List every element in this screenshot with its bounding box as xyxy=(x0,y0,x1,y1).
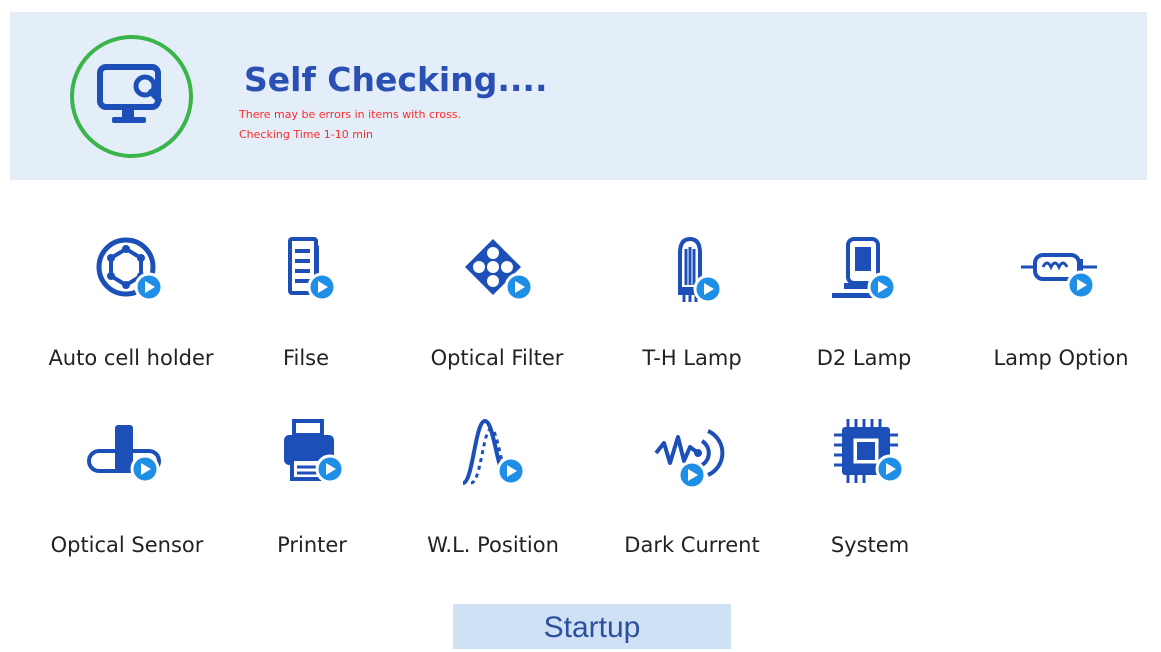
item-label: W.L. Position xyxy=(427,533,559,557)
optical-sensor-icon xyxy=(87,425,161,484)
wavelength-position-icon xyxy=(461,418,526,486)
startup-button[interactable]: Startup xyxy=(453,604,731,649)
monitor-search-icon xyxy=(97,64,162,123)
item-label: Dark Current xyxy=(624,533,760,557)
lamp-option-icon xyxy=(1021,253,1097,300)
d2-lamp-icon xyxy=(832,237,897,302)
item-label: Lamp Option xyxy=(993,346,1129,370)
dark-current-icon xyxy=(654,429,725,490)
item-label: T-H Lamp xyxy=(642,346,742,370)
optical-filter-icon xyxy=(465,239,534,302)
checking-time-text: Checking Time 1-10 min xyxy=(239,128,373,141)
item-label: D2 Lamp xyxy=(816,346,912,370)
files-icon xyxy=(288,237,337,302)
warning-text: There may be errors in items with cross. xyxy=(239,108,462,121)
system-chip-icon xyxy=(834,419,905,484)
item-label: Auto cell holder xyxy=(48,346,214,370)
header-banner: Self Checking.... There may be errors in… xyxy=(10,12,1147,180)
item-label: Printer xyxy=(277,533,347,557)
page-title: Self Checking.... xyxy=(244,60,548,99)
item-label: Filse xyxy=(282,346,330,370)
item-label: System xyxy=(830,533,910,557)
th-lamp-icon xyxy=(678,236,723,304)
item-label: Optical Sensor xyxy=(50,533,204,557)
auto-cell-holder-icon xyxy=(96,237,164,302)
item-label: Optical Filter xyxy=(430,346,564,370)
play-badge-icon xyxy=(134,272,164,302)
printer-icon xyxy=(284,419,345,484)
status-ring xyxy=(70,35,193,158)
